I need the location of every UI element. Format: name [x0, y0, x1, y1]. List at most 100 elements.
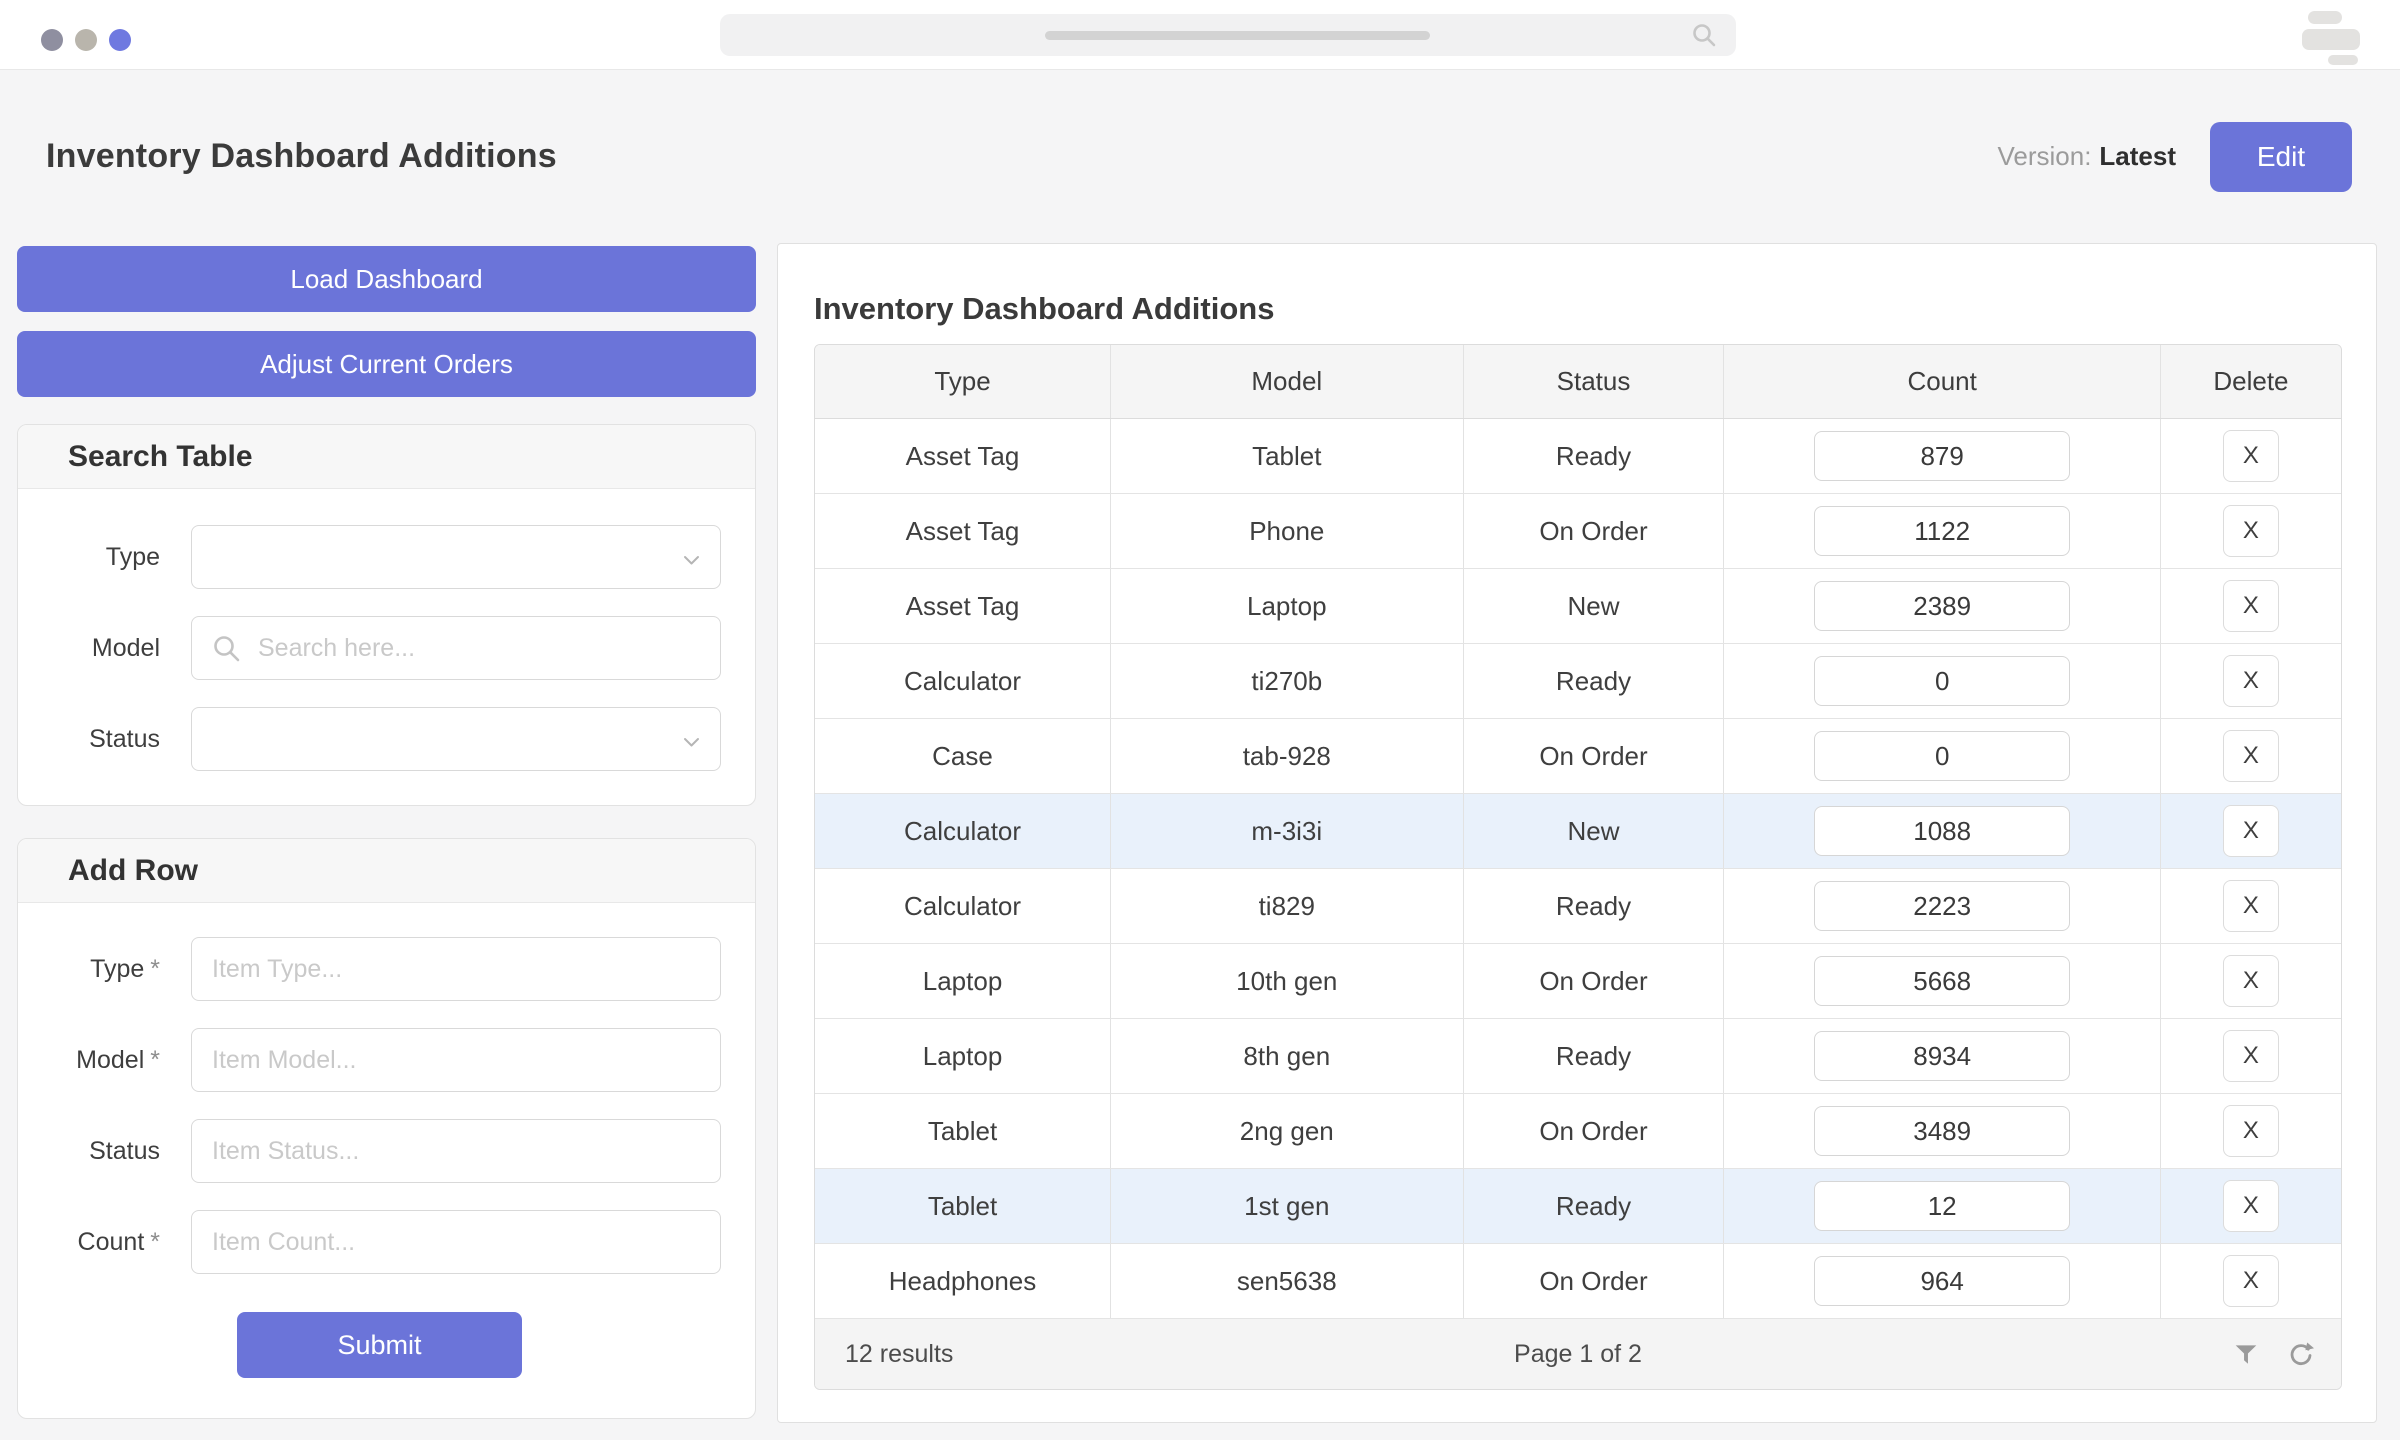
count-input[interactable] — [1814, 506, 2071, 556]
cell-status: Ready — [1464, 1019, 1725, 1093]
filter-icon[interactable] — [2233, 1341, 2259, 1367]
count-input[interactable] — [1814, 731, 2071, 781]
add-row-panel-title: Add Row — [18, 839, 755, 903]
count-input[interactable] — [1814, 806, 2071, 856]
count-input[interactable] — [1814, 656, 2071, 706]
table-row: Headphones sen5638 On Order X — [815, 1244, 2341, 1319]
cell-count — [1724, 1094, 2161, 1168]
cell-type: Calculator — [815, 794, 1112, 868]
window-dot-1[interactable] — [41, 29, 63, 51]
chevron-down-icon — [683, 735, 700, 753]
cell-model: ti829 — [1111, 869, 1464, 943]
cell-type: Asset Tag — [815, 494, 1112, 568]
add-status-input[interactable] — [192, 1120, 720, 1182]
window-dot-2[interactable] — [75, 29, 97, 51]
window-dot-3[interactable] — [109, 29, 131, 51]
search-model-input[interactable] — [192, 617, 720, 679]
table-row: Calculator ti270b Ready X — [815, 644, 2341, 719]
cell-type: Asset Tag — [815, 569, 1112, 643]
adjust-current-orders-button[interactable]: Adjust Current Orders — [17, 331, 756, 397]
search-type-label: Type — [105, 542, 160, 571]
delete-button[interactable]: X — [2222, 655, 2279, 707]
count-input[interactable] — [1814, 881, 2071, 931]
required-asterisk: * — [150, 1045, 160, 1074]
delete-button[interactable]: X — [2222, 880, 2279, 932]
cell-status: Ready — [1464, 644, 1725, 718]
count-input[interactable] — [1814, 1256, 2071, 1306]
cell-status: Ready — [1464, 1169, 1725, 1243]
cell-delete: X — [2161, 869, 2341, 943]
delete-button[interactable]: X — [2222, 1255, 2279, 1307]
search-type-select[interactable] — [191, 525, 721, 589]
cell-count — [1724, 419, 2161, 493]
version-text: Version: Latest — [1997, 141, 2176, 171]
table-row: Asset Tag Laptop New X — [815, 569, 2341, 644]
cell-delete: X — [2161, 1019, 2341, 1093]
cell-type: Asset Tag — [815, 419, 1112, 493]
address-search-bar[interactable] — [720, 14, 1736, 56]
cell-count — [1724, 869, 2161, 943]
table-row: Case tab-928 On Order X — [815, 719, 2341, 794]
count-input[interactable] — [1814, 1106, 2071, 1156]
delete-button[interactable]: X — [2222, 955, 2279, 1007]
table-body: Asset Tag Tablet Ready X Asset Tag Phone… — [815, 419, 2341, 1319]
cell-type: Tablet — [815, 1094, 1112, 1168]
add-model-label: Model * — [76, 1045, 160, 1074]
results-count: 12 results — [845, 1339, 954, 1368]
table-row: Asset Tag Phone On Order X — [815, 494, 2341, 569]
cell-count — [1724, 944, 2161, 1018]
delete-button[interactable]: X — [2222, 730, 2279, 782]
edit-button[interactable]: Edit — [2210, 121, 2352, 192]
cell-count — [1724, 1019, 2161, 1093]
add-model-input[interactable] — [192, 1029, 720, 1091]
page-title: Inventory Dashboard Additions — [46, 137, 557, 175]
sidebar: Load Dashboard Adjust Current Orders Sea… — [17, 243, 756, 1423]
inventory-table: Type Model Status Count Delete Asset Tag… — [814, 344, 2342, 1390]
count-input[interactable] — [1814, 431, 2071, 481]
cell-model: 10th gen — [1111, 944, 1464, 1018]
delete-button[interactable]: X — [2222, 1180, 2279, 1232]
search-model-label: Model — [91, 633, 160, 662]
table-row: Laptop 10th gen On Order X — [815, 944, 2341, 1019]
refresh-icon[interactable] — [2287, 1340, 2315, 1368]
table-footer: 12 results Page 1 of 2 — [815, 1319, 2341, 1389]
cell-count — [1724, 719, 2161, 793]
delete-button[interactable]: X — [2222, 430, 2279, 482]
cell-delete: X — [2161, 1169, 2341, 1243]
add-status-label: Status* — [89, 1136, 160, 1165]
count-input[interactable] — [1814, 956, 2071, 1006]
browser-topbar — [0, 0, 2400, 70]
count-input[interactable] — [1814, 581, 2071, 631]
cell-count — [1724, 1169, 2161, 1243]
submit-button[interactable]: Submit — [237, 1312, 522, 1378]
menu-lines-icon[interactable] — [2302, 9, 2362, 65]
count-input[interactable] — [1814, 1031, 2071, 1081]
delete-button[interactable]: X — [2222, 805, 2279, 857]
cell-delete: X — [2161, 794, 2341, 868]
delete-button[interactable]: X — [2222, 505, 2279, 557]
add-type-input[interactable] — [192, 938, 720, 1000]
add-type-label: Type * — [90, 954, 160, 983]
column-header-status: Status — [1464, 345, 1725, 418]
delete-button[interactable]: X — [2222, 580, 2279, 632]
search-status-select[interactable] — [191, 707, 721, 771]
cell-status: New — [1464, 569, 1725, 643]
cell-count — [1724, 794, 2161, 868]
table-title: Inventory Dashboard Additions — [814, 291, 1275, 326]
add-count-input[interactable] — [192, 1211, 720, 1273]
version-value: Latest — [2099, 141, 2176, 171]
cell-delete: X — [2161, 494, 2341, 568]
cell-delete: X — [2161, 1244, 2341, 1318]
address-text-placeholder — [1045, 31, 1430, 40]
count-input[interactable] — [1814, 1181, 2071, 1231]
load-dashboard-button[interactable]: Load Dashboard — [17, 246, 756, 312]
cell-type: Calculator — [815, 644, 1112, 718]
table-row: Calculator m-3i3i New X — [815, 794, 2341, 869]
delete-button[interactable]: X — [2222, 1030, 2279, 1082]
delete-button[interactable]: X — [2222, 1105, 2279, 1157]
cell-status: On Order — [1464, 1244, 1725, 1318]
cell-model: Laptop — [1111, 569, 1464, 643]
cell-status: Ready — [1464, 419, 1725, 493]
window-controls — [41, 29, 131, 51]
cell-count — [1724, 1244, 2161, 1318]
